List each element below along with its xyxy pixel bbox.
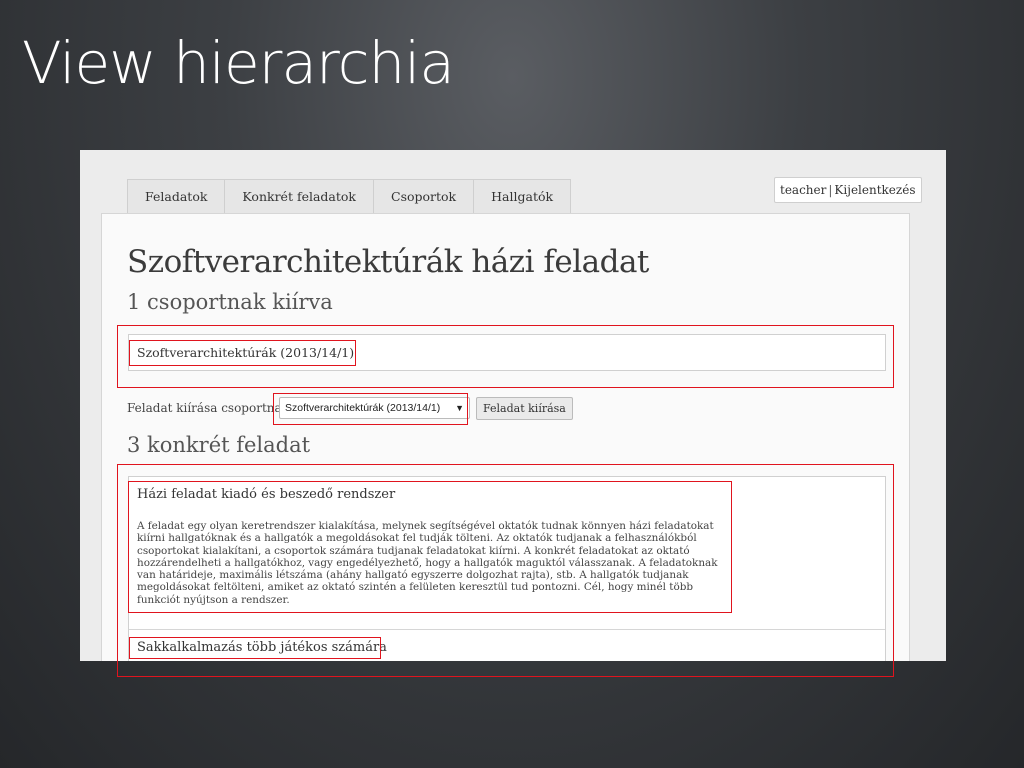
concrete-tasks-list: Házi feladat kiadó és beszedő rendszer A… — [128, 476, 886, 661]
slide-title: View hierarchia — [22, 29, 455, 97]
user-name-link[interactable]: teacher — [780, 183, 826, 197]
assigned-groups-list: Szoftverarchitektúrák (2013/14/1) — [128, 334, 886, 371]
nav-tabs: Feladatok Konkrét feladatok Csoportok Ha… — [127, 179, 572, 213]
tab-csoportok[interactable]: Csoportok — [374, 179, 475, 213]
group-select-value: Szoftverarchitektúrák (2013/14/1) — [285, 402, 441, 414]
group-item[interactable]: Szoftverarchitektúrák (2013/14/1) — [137, 345, 354, 360]
content-panel: Szoftverarchitektúrák házi feladat 1 cso… — [101, 213, 910, 661]
page-title: Szoftverarchitektúrák házi feladat — [127, 244, 649, 280]
app-screenshot: Feladatok Konkrét feladatok Csoportok Ha… — [80, 150, 946, 661]
task-title[interactable]: Házi feladat kiadó és beszedő rendszer — [137, 487, 395, 502]
tab-konkret-feladatok[interactable]: Konkrét feladatok — [225, 179, 374, 213]
task-title-2[interactable]: Sakkalkalmazás több játékos számára — [137, 640, 387, 655]
assign-task-button[interactable]: Feladat kiírása — [476, 397, 573, 420]
concrete-tasks-heading: 3 konkrét feladat — [127, 433, 311, 457]
assigned-groups-heading: 1 csoportnak kiírva — [127, 290, 333, 314]
logout-link[interactable]: Kijelentkezés — [834, 183, 915, 197]
user-box: teacher | Kijelentkezés — [774, 177, 922, 203]
group-select[interactable]: Szoftverarchitektúrák (2013/14/1) ▼ — [279, 397, 470, 419]
tab-feladatok[interactable]: Feladatok — [127, 179, 226, 213]
task-description: A feladat egy olyan keretrendszer kialak… — [137, 520, 718, 606]
dropdown-arrow-icon: ▼ — [455, 403, 464, 413]
task-divider — [129, 629, 885, 630]
assign-group-label: Feladat kiírása csoportnak — [127, 401, 289, 415]
tab-hallgatok[interactable]: Hallgatók — [474, 179, 572, 213]
